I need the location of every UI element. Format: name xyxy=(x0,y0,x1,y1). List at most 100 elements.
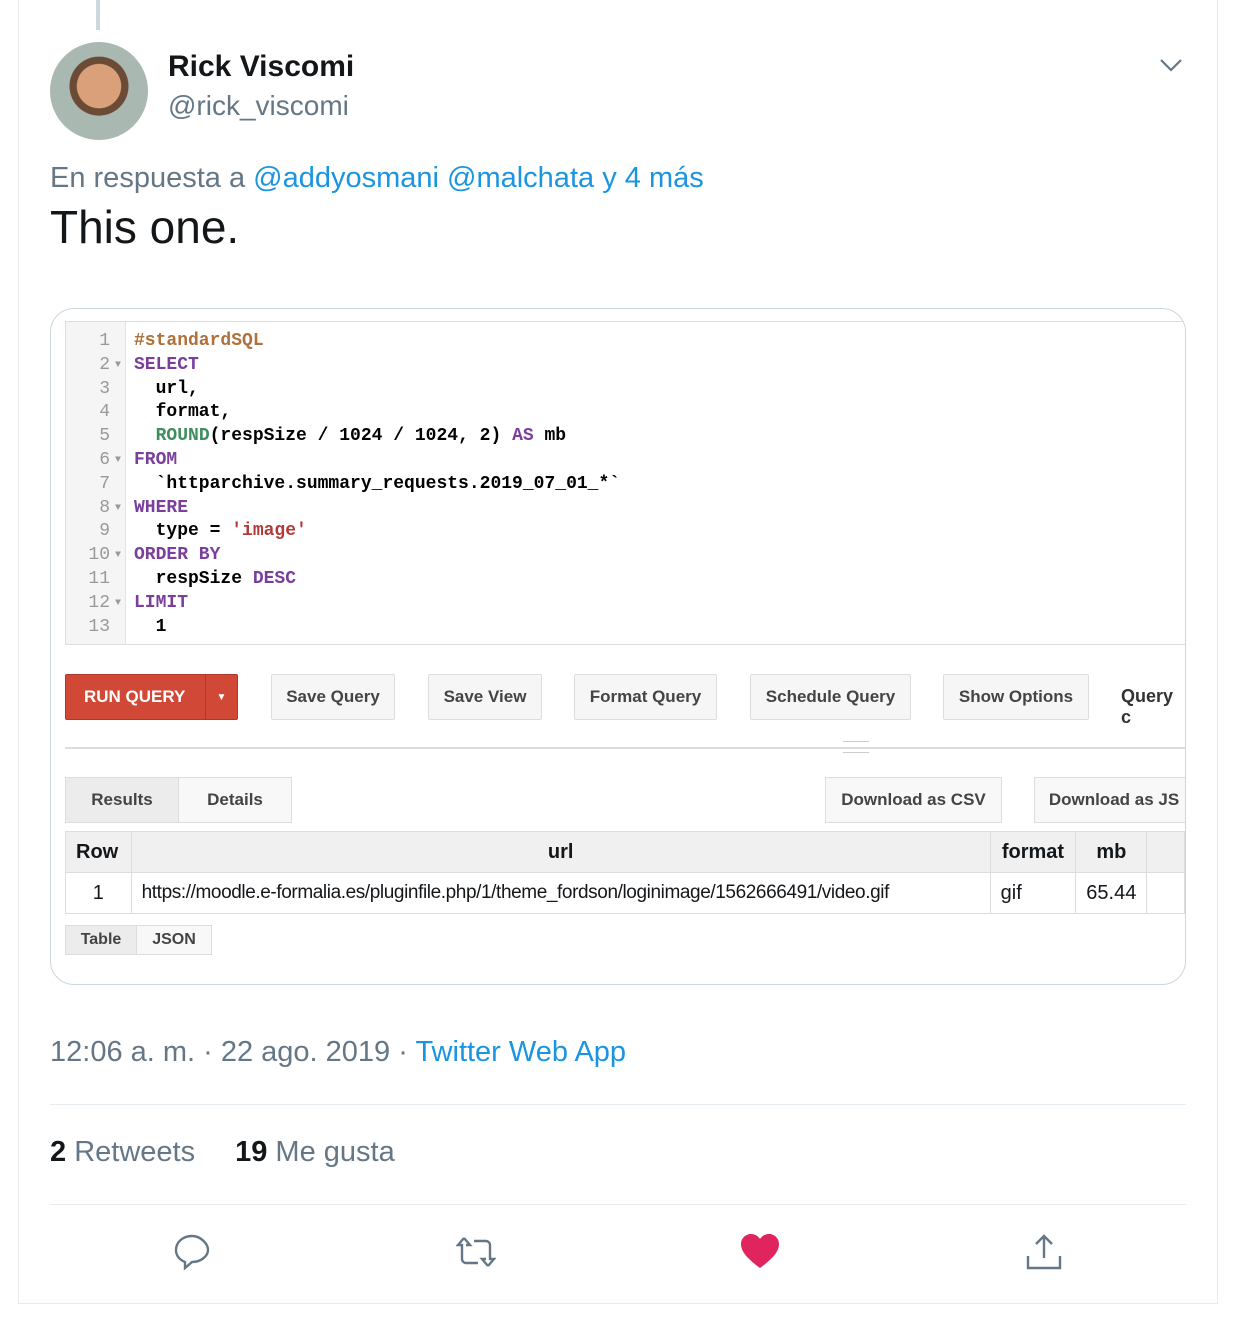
format-query-button[interactable]: Format Query xyxy=(574,674,717,720)
line-number: 10 xyxy=(88,545,110,566)
tweet-image[interactable]: 1 #standardSQL 2 ▼ SELECT 3 url, 4 format, 5 RO… xyxy=(50,308,1186,985)
code-line: 2 ▼ SELECT xyxy=(66,354,620,378)
run-query-button[interactable]: RUN QUERY ▼ xyxy=(65,674,238,720)
download-json-button[interactable]: Download as JS xyxy=(1034,777,1185,823)
tab-results[interactable]: Results xyxy=(65,777,179,823)
divider xyxy=(50,1104,1186,1105)
code-text: format, xyxy=(126,401,232,425)
code-line: 7 `httparchive.summary_requests.2019_07_… xyxy=(66,473,620,497)
cell: 65.44 xyxy=(1075,872,1148,914)
fold-arrow-icon[interactable]: ▼ xyxy=(110,592,126,616)
reply-icon[interactable] xyxy=(172,1232,212,1272)
line-number: 1 xyxy=(99,331,110,351)
retweets-stat[interactable]: 2 Retweets xyxy=(50,1136,195,1169)
run-query-label: RUN QUERY xyxy=(84,687,186,706)
view-json-button[interactable]: JSON xyxy=(136,925,212,955)
cell: 1 xyxy=(65,872,132,914)
resize-handle[interactable] xyxy=(843,741,869,753)
code-token: respSize xyxy=(134,568,253,589)
code-text: url, xyxy=(126,378,199,402)
caret-down-icon[interactable]: ▼ xyxy=(205,675,237,719)
view-table-button[interactable]: Table xyxy=(65,925,137,955)
source-link[interactable]: Twitter Web App xyxy=(415,1036,626,1068)
column-header: mb xyxy=(1075,831,1148,873)
line-number: 9 xyxy=(99,521,110,542)
code-token: #standardSQL xyxy=(134,331,264,351)
code-token: url, xyxy=(134,378,199,399)
author-handle[interactable]: @rick_viscomi xyxy=(168,90,349,122)
tab-details[interactable]: Details xyxy=(178,777,292,823)
line-number: 13 xyxy=(88,616,110,637)
code-line: 13 1 xyxy=(66,616,620,640)
thread-line xyxy=(96,0,100,30)
tweet-text: This one. xyxy=(50,201,240,253)
fold-arrow-icon[interactable]: ▼ xyxy=(110,497,126,521)
schedule-query-button[interactable]: Schedule Query xyxy=(750,674,911,720)
column-header: url xyxy=(130,831,991,873)
line-number: 12 xyxy=(88,592,110,613)
code-text: ORDER BY xyxy=(126,544,220,568)
retweets-label: Retweets xyxy=(74,1136,196,1168)
avatar[interactable] xyxy=(50,42,148,140)
share-icon[interactable] xyxy=(1024,1232,1064,1272)
heart-icon[interactable] xyxy=(740,1232,780,1272)
fold-arrow-icon[interactable]: ▼ xyxy=(110,544,126,568)
code-token: LIMIT xyxy=(134,592,189,613)
code-token: (respSize / 1024 / 1024, 2) xyxy=(209,426,513,447)
code-text: SELECT xyxy=(126,354,199,378)
code-token: 1 xyxy=(134,616,167,637)
retweets-count: 2 xyxy=(50,1136,67,1168)
column-header: format xyxy=(989,831,1077,873)
code-text: 1 xyxy=(126,616,167,640)
code-token: ROUND xyxy=(155,426,210,447)
code-token: ORDER BY xyxy=(134,545,221,566)
fold-arrow-icon[interactable]: ▼ xyxy=(110,354,126,378)
reply-context: En respuesta a @addyosmani @malchata y 4… xyxy=(50,162,704,195)
more-mentions-link[interactable]: y 4 más xyxy=(602,162,704,194)
save-query-button[interactable]: Save Query xyxy=(271,674,395,720)
chevron-down-icon[interactable] xyxy=(1158,52,1184,78)
line-number: 5 xyxy=(99,426,110,447)
download-csv-button[interactable]: Download as CSV xyxy=(825,777,1002,823)
save-view-button[interactable]: Save View xyxy=(428,674,542,720)
code-line: 1 #standardSQL xyxy=(66,330,620,354)
code-token: mb xyxy=(533,426,567,447)
timestamp-text[interactable]: 12:06 a. m. · 22 ago. 2019 · xyxy=(50,1036,415,1068)
code-lines: 1 #standardSQL 2 ▼ SELECT 3 url, 4 format, 5 RO… xyxy=(66,330,620,639)
code-token: SELECT xyxy=(134,354,199,375)
line-number: 6 xyxy=(99,449,110,470)
code-token: 'image' xyxy=(231,521,307,542)
code-token: format, xyxy=(134,402,232,423)
code-line: 9 type = 'image' xyxy=(66,520,620,544)
likes-label: Me gusta xyxy=(275,1136,395,1168)
mention-link[interactable]: @malchata xyxy=(447,162,594,194)
code-line: 5 ROUND(respSize / 1024 / 1024, 2) AS mb xyxy=(66,425,620,449)
code-line: 12 ▼ LIMIT xyxy=(66,592,620,616)
code-token: AS xyxy=(512,426,534,447)
likes-stat[interactable]: 19 Me gusta xyxy=(235,1136,395,1169)
column-header: Row xyxy=(65,831,132,873)
retweet-icon[interactable] xyxy=(456,1232,496,1272)
line-number: 2 xyxy=(99,354,110,375)
sql-editor: 1 #standardSQL 2 ▼ SELECT 3 url, 4 format, 5 RO… xyxy=(65,321,1185,645)
show-options-button[interactable]: Show Options xyxy=(943,674,1089,720)
code-text: FROM xyxy=(126,449,177,473)
fold-arrow-icon[interactable]: ▼ xyxy=(110,449,126,473)
likes-count: 19 xyxy=(235,1136,268,1168)
divider xyxy=(50,1204,1186,1205)
mention-link[interactable]: @addyosmani xyxy=(253,162,439,194)
code-line: 4 format, xyxy=(66,401,620,425)
cell: gif xyxy=(989,872,1077,914)
author-name[interactable]: Rick Viscomi xyxy=(168,50,354,84)
line-number: 3 xyxy=(99,378,110,399)
line-number: 8 xyxy=(99,497,110,518)
divider xyxy=(65,747,1185,749)
table-row: 1 https://moodle.e-formalia.es/pluginfil… xyxy=(65,872,1185,914)
